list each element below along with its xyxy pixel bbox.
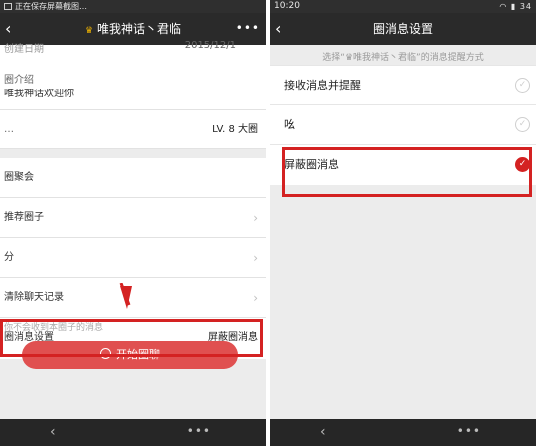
battery-level: 34: [519, 2, 532, 11]
signal-icon: ▮: [510, 2, 517, 11]
system-nav-bar: ‹ •••: [0, 419, 266, 446]
menu-row-label: 清除聊天记录: [4, 292, 64, 303]
highlight-box: [0, 319, 263, 357]
radio-check-icon[interactable]: ✓: [515, 117, 530, 132]
system-menu-icon[interactable]: •••: [187, 419, 211, 444]
level-value: LV. 8 大圈: [212, 124, 258, 135]
radio-check-icon[interactable]: ✓: [515, 78, 530, 93]
system-menu-icon[interactable]: •••: [457, 419, 481, 444]
status-text: 正在保存屏幕截图…: [15, 2, 87, 11]
status-time: 10:20: [274, 1, 300, 11]
wifi-icon: ◠: [499, 2, 508, 11]
chevron-right-icon: ›: [253, 291, 258, 305]
notification-options: 选择“♛唯我神话丶君临”的消息提醒方式 接收消息并提醒 ✓ 吆 ✓ 屏蔽圈消息 …: [270, 45, 536, 419]
right-phone-screen: 10:20 ◠ ▮ 34 ‹ 圈消息设置 选择“♛唯我神话丶君临”的消息提醒方式…: [270, 0, 536, 446]
menu-row-share[interactable]: 分 ›: [0, 238, 266, 278]
system-back-icon[interactable]: ‹: [320, 419, 326, 446]
option-label: 吆: [284, 118, 295, 131]
status-bar: 正在保存屏幕截图…: [0, 0, 266, 13]
intro-label: 圈介绍: [4, 75, 34, 86]
menu-row-label: 圈聚会: [4, 172, 34, 183]
page-title: 圈消息设置: [372, 22, 433, 36]
level-row: … LV. 8 大圈: [0, 109, 266, 149]
page-title-text: 唯我神话丶君临: [96, 22, 181, 36]
menu-row-label: 分: [4, 252, 14, 263]
more-icon[interactable]: •••: [236, 13, 260, 43]
red-arrow-icon: [119, 283, 132, 309]
status-bar: 10:20 ◠ ▮ 34: [270, 0, 536, 13]
intro-value: 唯我神话欢迎你: [4, 89, 74, 97]
menu-row-label: 推荐圈子: [4, 212, 44, 223]
level-label: …: [4, 124, 14, 135]
nav-bar: ‹ 圈消息设置: [270, 13, 536, 45]
option-receive-silent[interactable]: 吆 ✓: [270, 105, 536, 145]
status-icons: ◠ ▮ 34: [499, 0, 532, 13]
info-group: 创建日期 2015/12/1 圈介绍 唯我神话欢迎你 … LV. 8 大圈: [0, 40, 266, 149]
menu-row-party[interactable]: 圈聚会: [0, 158, 266, 198]
menu-row-recommend[interactable]: 推荐圈子 ›: [0, 198, 266, 238]
screenshot-icon: [4, 3, 12, 10]
chevron-right-icon: ›: [253, 251, 258, 265]
created-date-value: 2015/12/1: [184, 40, 236, 51]
option-receive-notify[interactable]: 接收消息并提醒 ✓: [270, 65, 536, 105]
crown-icon: ♛: [85, 26, 94, 36]
system-nav-bar: ‹ •••: [270, 419, 536, 446]
highlight-box: [282, 147, 532, 197]
created-date-label: 创建日期: [4, 44, 44, 55]
left-phone-screen: 正在保存屏幕截图… ‹ ♛ 唯我神话丶君临 ••• 创建日期 2015/12/1…: [0, 0, 266, 446]
options-subtitle: 选择“♛唯我神话丶君临”的消息提醒方式: [322, 53, 484, 63]
chevron-right-icon: ›: [253, 211, 258, 225]
option-label: 接收消息并提醒: [284, 79, 361, 92]
system-back-icon[interactable]: ‹: [50, 419, 56, 446]
